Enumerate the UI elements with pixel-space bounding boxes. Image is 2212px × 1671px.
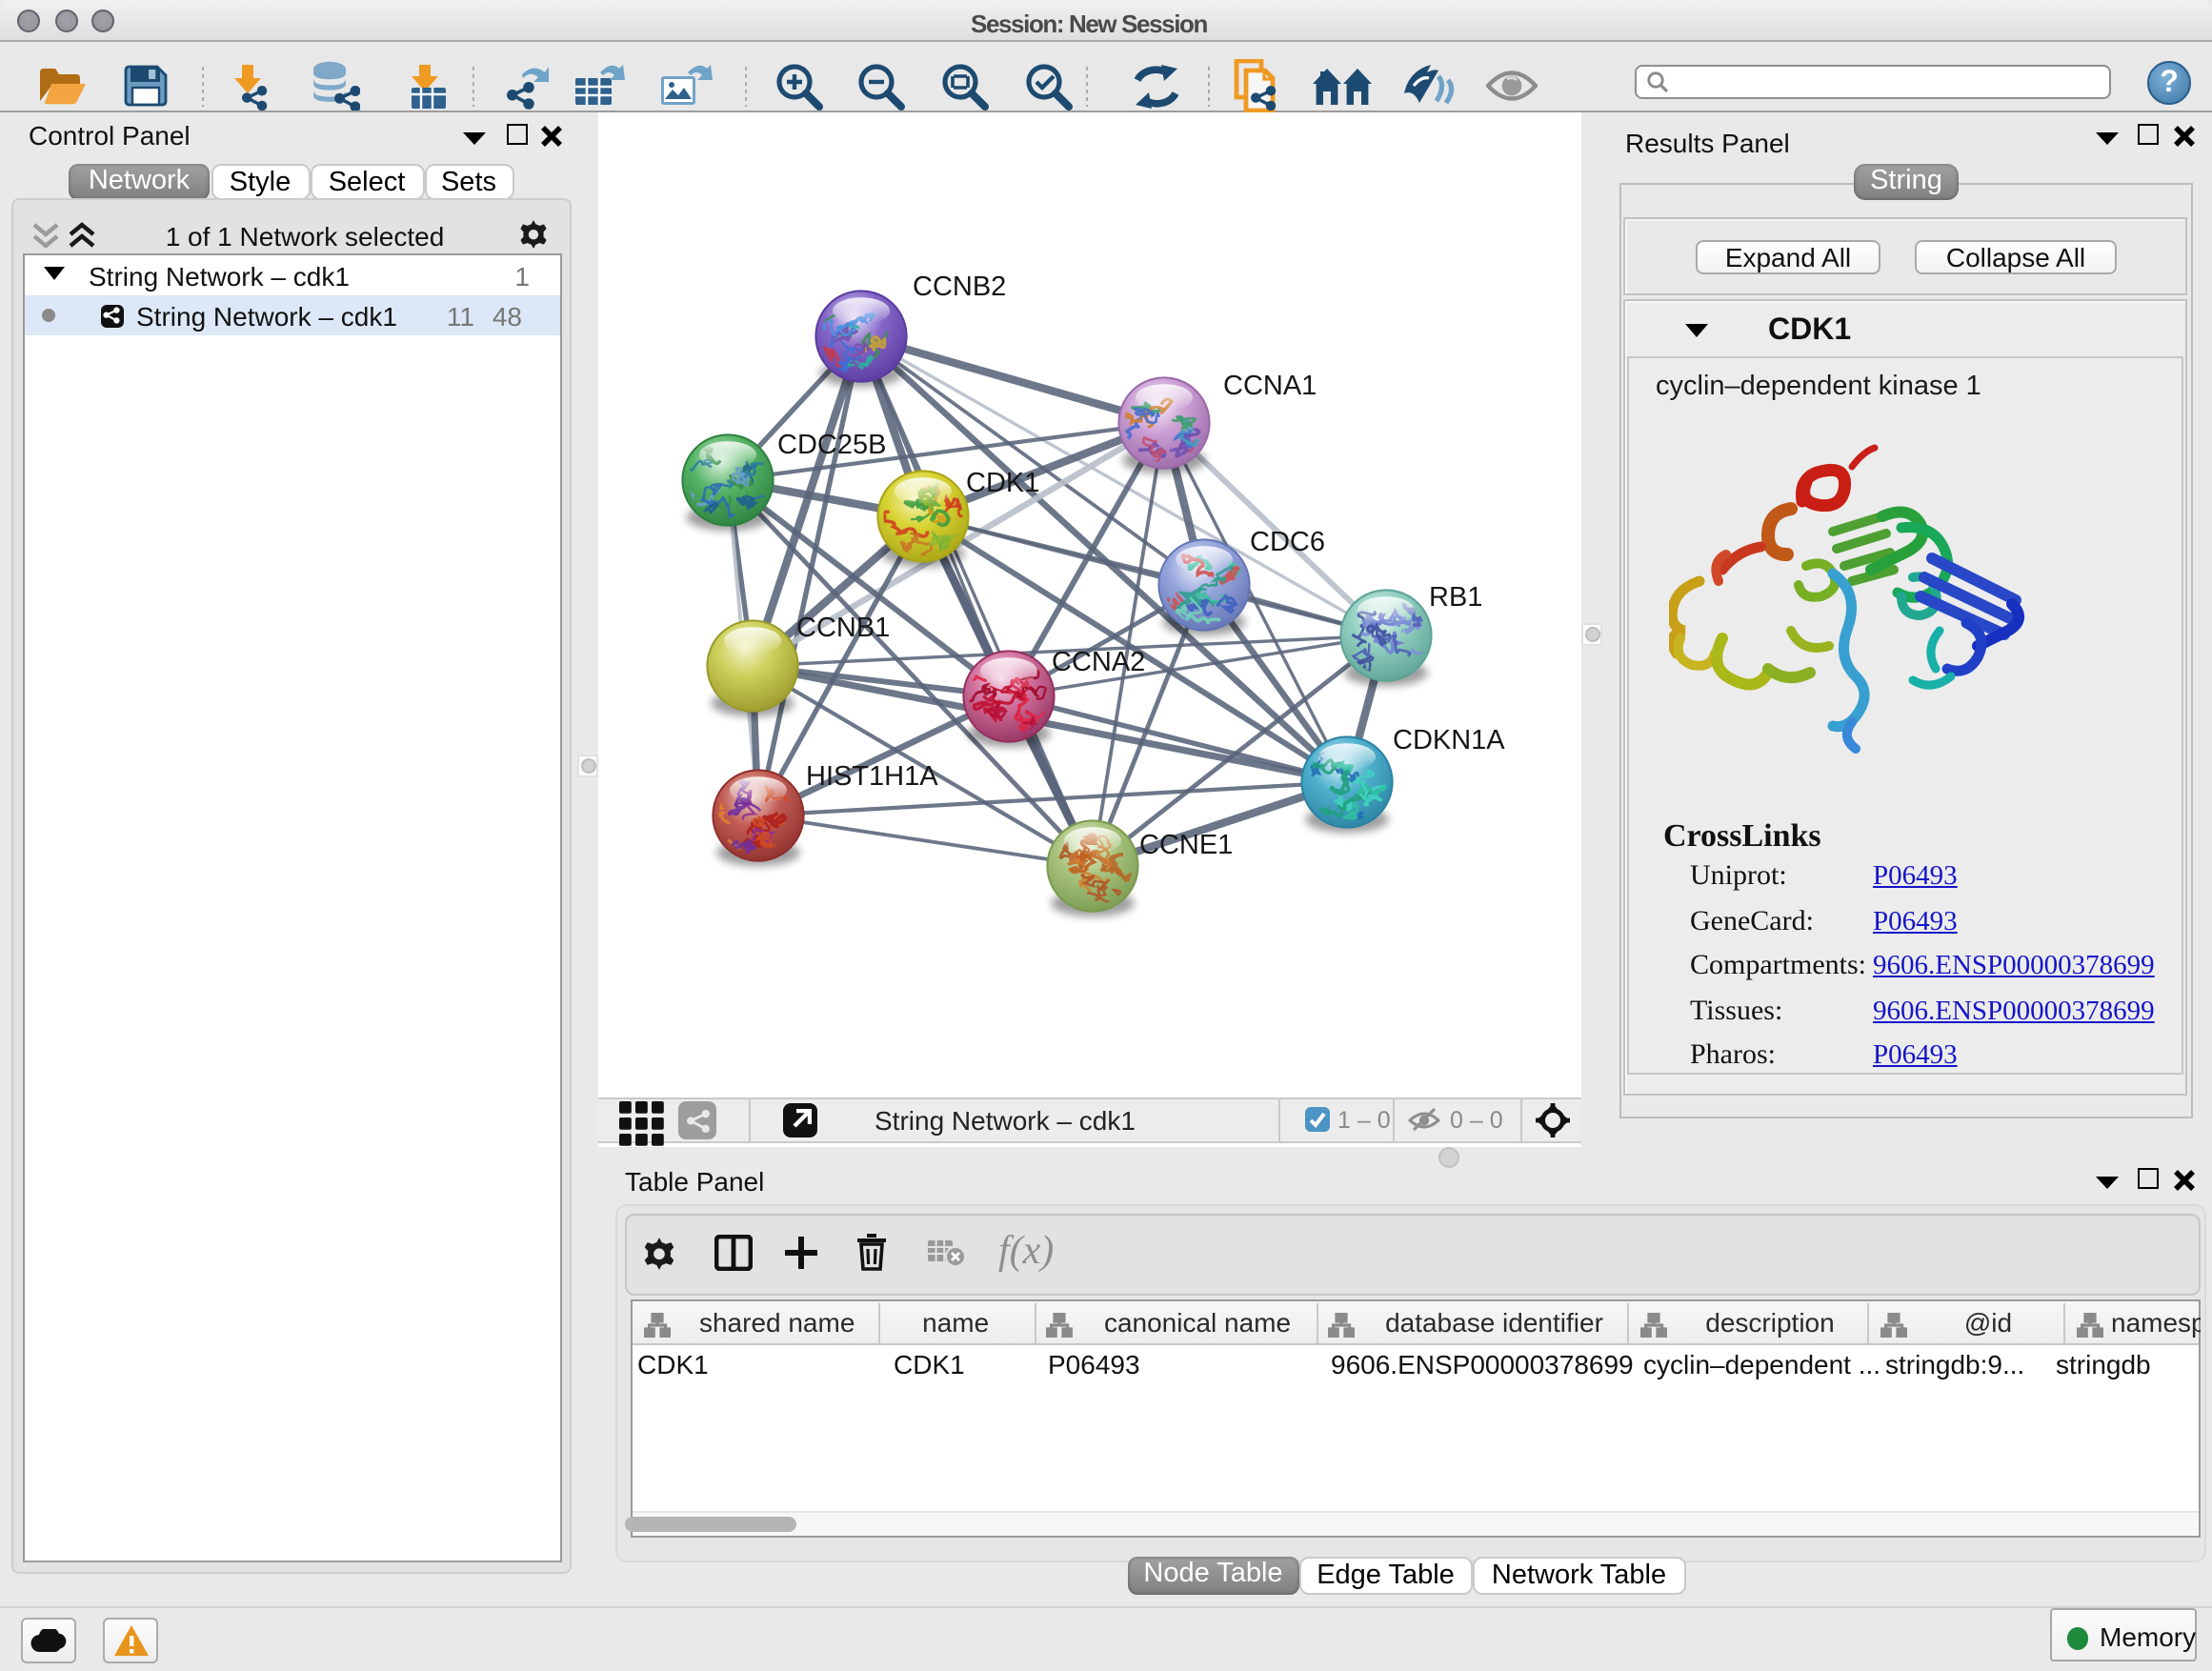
svg-text:CCNB1: CCNB1 — [796, 613, 890, 643]
svg-text:HIST1H1A: HIST1H1A — [806, 761, 938, 792]
svg-text:CDK1: CDK1 — [966, 468, 1039, 498]
svg-text:CDC6: CDC6 — [1250, 527, 1325, 557]
svg-text:CCNB2: CCNB2 — [913, 272, 1006, 302]
svg-text:CCNE1: CCNE1 — [1139, 830, 1233, 860]
svg-text:CDC25B: CDC25B — [777, 430, 886, 460]
svg-text:CDKN1A: CDKN1A — [1393, 725, 1505, 755]
svg-text:RB1: RB1 — [1429, 582, 1482, 613]
svg-text:CCNA1: CCNA1 — [1223, 371, 1317, 401]
svg-text:CCNA2: CCNA2 — [1052, 647, 1145, 677]
